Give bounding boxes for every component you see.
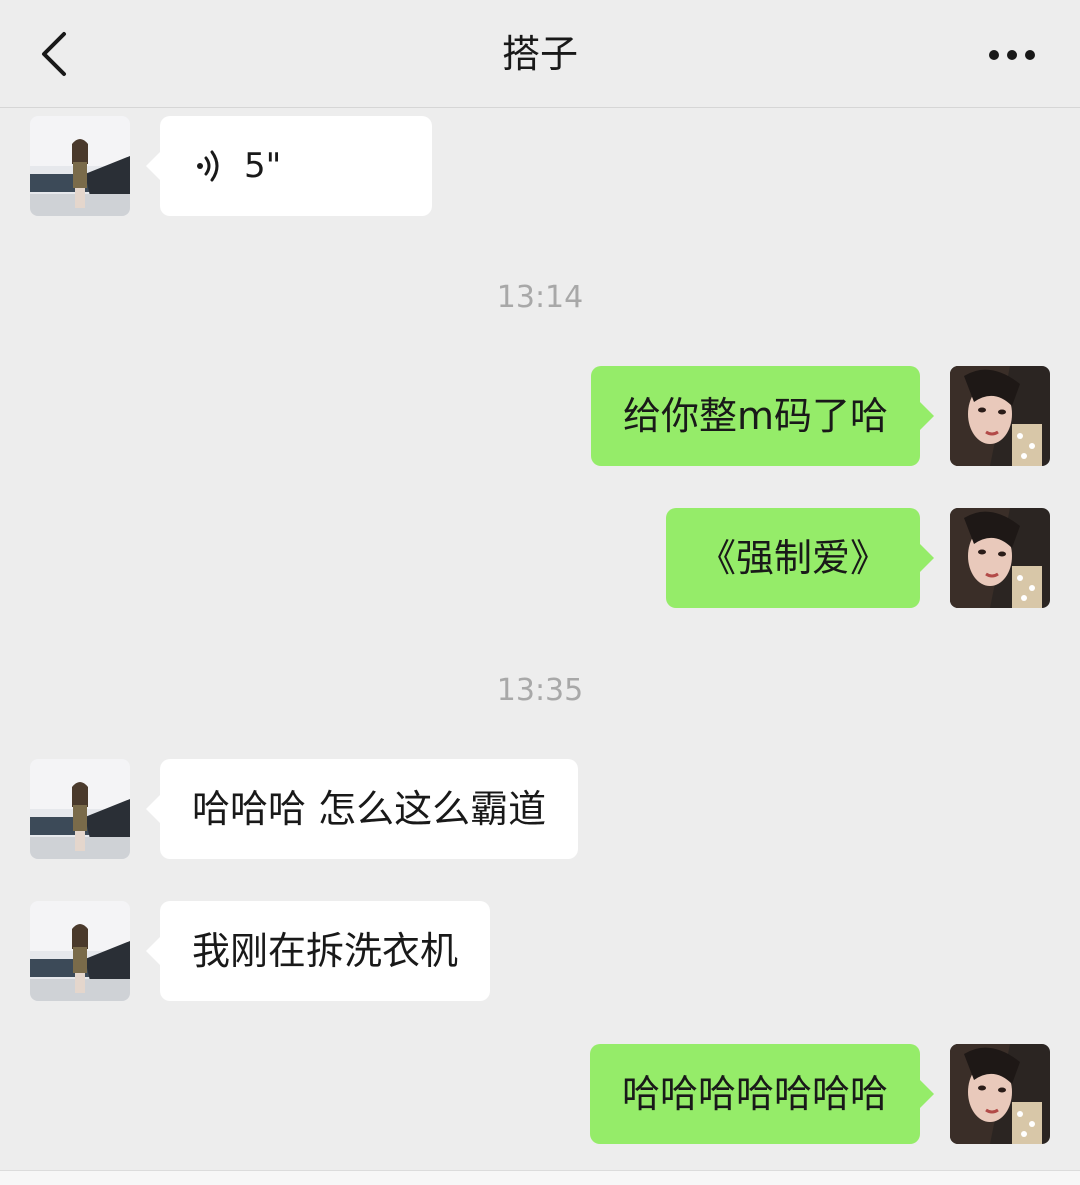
voice-duration: 5" (244, 146, 282, 186)
message-bubble-outgoing[interactable]: 给你整m码了哈 (590, 366, 935, 466)
ellipsis-icon (989, 50, 1035, 60)
contact-avatar[interactable] (30, 901, 130, 1001)
message-bubble-outgoing[interactable]: 哈哈哈哈哈哈哈 (589, 1044, 935, 1144)
message-bubble-outgoing[interactable]: 《强制爱》 (665, 508, 935, 608)
timestamp: 13:14 (496, 280, 584, 315)
voice-wave-icon (197, 150, 219, 182)
timestamp: 13:35 (496, 673, 584, 708)
more-button[interactable] (988, 40, 1038, 70)
my-avatar[interactable] (950, 366, 1050, 466)
message-bubble-voice[interactable]: 5" (146, 116, 432, 216)
contact-avatar[interactable] (30, 116, 130, 216)
message-bubble-incoming[interactable]: 我刚在拆洗衣机 (145, 901, 491, 1001)
chat-title: 搭子 (501, 32, 578, 76)
my-avatar[interactable] (950, 508, 1050, 608)
chat-header: 搭子 (0, 0, 1080, 108)
bottom-edge (0, 1170, 1080, 1185)
my-avatar[interactable] (950, 1044, 1050, 1144)
message-bubble-incoming[interactable]: 哈哈哈 怎么这么霸道 (145, 759, 579, 859)
contact-avatar[interactable] (30, 759, 130, 859)
